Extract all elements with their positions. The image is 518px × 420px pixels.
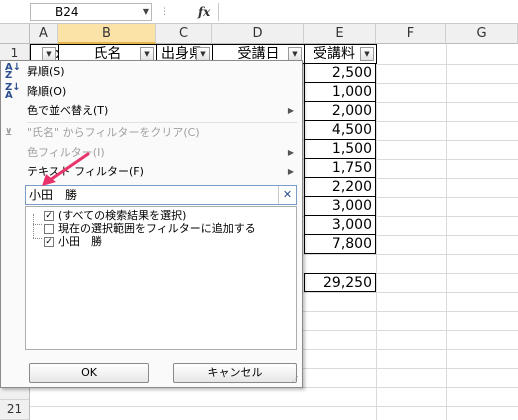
tree-connector — [33, 214, 34, 238]
resize-handle-icon[interactable]: ⋮ — [160, 5, 170, 19]
filter-dropdown-button[interactable]: ▼ — [42, 47, 56, 61]
list-item-add-to-filter[interactable]: 現在の選択範囲をフィルターに追加する — [44, 222, 256, 236]
menu-item-label: "氏名" からフィルターをクリア(C) — [27, 126, 200, 139]
menu-item-label: 昇順(S) — [27, 65, 65, 78]
submenu-arrow-icon: ▶ — [287, 148, 294, 157]
column-header-c[interactable]: C — [156, 24, 212, 44]
total-cell[interactable]: 29,250 — [304, 273, 376, 292]
fee-cell[interactable]: 1,000 — [304, 83, 376, 102]
tree-connector — [33, 238, 42, 239]
list-item-value[interactable]: ✓ 小田 勝 — [44, 235, 102, 249]
menu-item-clear-filter[interactable]: ⊻ "氏名" からフィルターをクリア(C) — [1, 123, 302, 143]
filter-dropdown-button[interactable]: ▼ — [288, 47, 302, 61]
name-box-dropdown-icon[interactable]: ▼ — [140, 3, 152, 21]
select-all-corner[interactable] — [0, 24, 30, 44]
grid-line — [446, 44, 447, 420]
formula-bar: B24 ▼ ⋮ fx — [0, 0, 518, 24]
fee-cell[interactable]: 2,500 — [304, 64, 376, 83]
sort-ascending-icon: A↓ Z — [5, 62, 22, 81]
checkbox-checked[interactable]: ✓ — [44, 237, 54, 247]
formula-input[interactable] — [218, 3, 518, 21]
fee-cell[interactable]: 7,800 — [304, 235, 376, 254]
checkbox-checked[interactable]: ✓ — [44, 211, 54, 221]
list-item-label: (すべての検索結果を選択) — [58, 209, 187, 222]
clear-filter-icon: ⊻ — [5, 128, 13, 138]
annotation-arrow-icon — [42, 152, 90, 186]
column-header-b[interactable]: B — [58, 24, 156, 44]
fee-cell[interactable]: 4,500 — [304, 121, 376, 140]
grid-line — [30, 406, 518, 407]
fee-cell[interactable]: 3,000 — [304, 197, 376, 216]
submenu-arrow-icon: ▶ — [287, 167, 294, 176]
filter-dropdown-button[interactable]: ▼ — [360, 47, 374, 61]
column-header-d[interactable]: D — [212, 24, 304, 44]
column-header-f[interactable]: F — [376, 24, 446, 44]
list-item-label: 現在の選択範囲をフィルターに追加する — [58, 222, 256, 235]
menu-item-sort-by-color[interactable]: 色で並べ替え(T) ▶ — [1, 101, 302, 121]
fee-cell[interactable]: 1,500 — [304, 140, 376, 159]
grid-line — [376, 44, 377, 420]
menu-item-sort-descending[interactable]: Z↓ A 降順(O) — [1, 82, 302, 102]
clear-search-icon[interactable]: ✕ — [278, 186, 296, 204]
fee-cell[interactable]: 1,750 — [304, 159, 376, 178]
filter-value-list: ✓ (すべての検索結果を選択) 現在の選択範囲をフィルターに追加する ✓ 小田 … — [25, 206, 297, 350]
header-cell-fee[interactable]: 受講料 ▼ — [304, 44, 377, 64]
menu-item-label: 色で並べ替え(T) — [27, 104, 109, 117]
insert-function-icon[interactable]: fx — [198, 3, 216, 21]
ok-button[interactable]: OK — [29, 363, 149, 383]
row-header-20[interactable] — [0, 388, 30, 400]
fee-cell[interactable]: 3,000 — [304, 216, 376, 235]
cancel-button[interactable]: キャンセル — [173, 363, 297, 383]
tree-connector — [33, 224, 42, 225]
column-header-g[interactable]: G — [446, 24, 518, 44]
name-box[interactable]: B24 — [30, 3, 152, 21]
menu-item-sort-ascending[interactable]: A↓ Z 昇順(S) — [1, 62, 302, 82]
filter-dropdown-button[interactable]: ▼ — [196, 47, 210, 61]
list-item-select-all[interactable]: ✓ (すべての検索結果を選択) — [44, 209, 186, 223]
resize-grip-icon[interactable]: ⋰ — [292, 376, 300, 385]
header-label: 受講料 — [313, 46, 355, 62]
fee-cell[interactable]: 2,200 — [304, 178, 376, 197]
filter-dropdown-button[interactable]: ▼ — [140, 47, 154, 61]
autofilter-menu: A↓ Z 昇順(S) Z↓ A 降順(O) 色で並べ替え(T) ▶ ⊻ "氏名" か… — [0, 60, 303, 388]
menu-item-label: 降順(O) — [27, 85, 67, 98]
sort-descending-icon: Z↓ A — [5, 82, 21, 101]
fee-cell[interactable]: 2,000 — [304, 102, 376, 121]
column-header-a[interactable]: A — [30, 24, 58, 44]
row-header-21[interactable]: 21 — [0, 400, 30, 420]
submenu-arrow-icon: ▶ — [287, 106, 294, 115]
column-header-e[interactable]: E — [304, 24, 376, 44]
checkbox-unchecked[interactable] — [44, 224, 54, 234]
